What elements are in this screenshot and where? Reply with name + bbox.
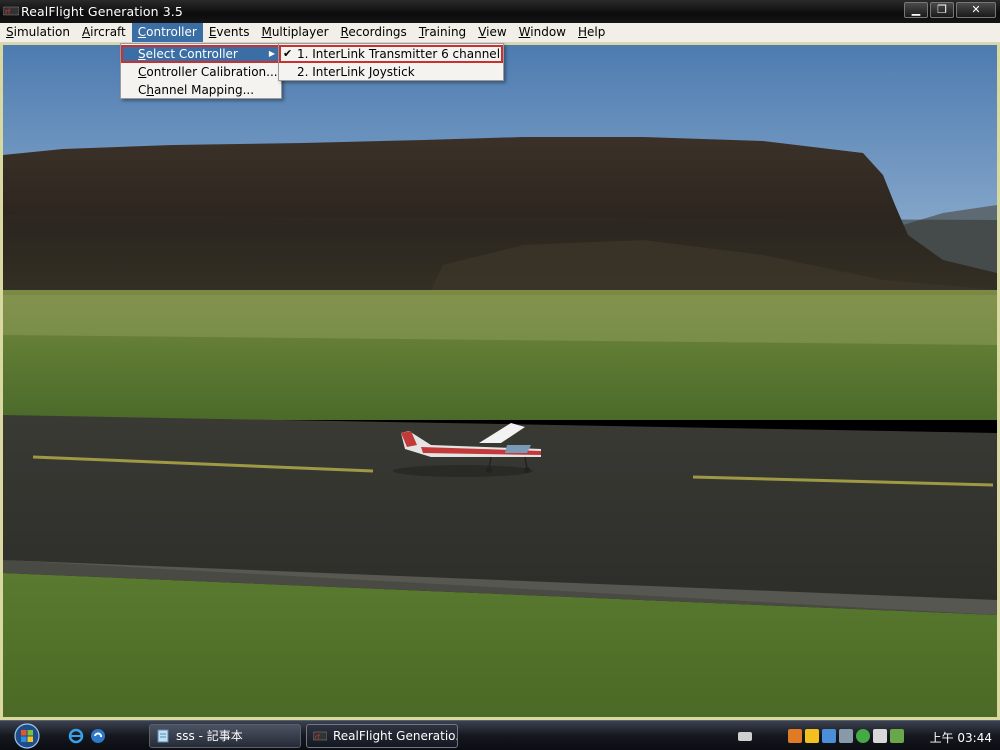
menu-item-channel-mapping[interactable]: Channel Mapping...	[121, 81, 281, 99]
volume-icon[interactable]	[873, 729, 887, 743]
security-icon[interactable]	[805, 729, 819, 743]
menu-bar: Simulation Aircraft Controller Events Multip…	[0, 23, 1000, 43]
flight-scene-image	[3, 45, 997, 717]
checkmark-icon: ✔	[283, 47, 293, 60]
controller-menu: Select Controller ▶ Controller Calibration…	[120, 43, 282, 99]
taskbar-item-label: sss - 記事本	[176, 729, 243, 743]
controller-option-label: 2. InterLink Joystick	[297, 65, 415, 79]
simulation-viewport[interactable]	[0, 43, 1000, 720]
keyboard-icon[interactable]	[738, 732, 752, 741]
taskbar: sss - 記事本 rf RealFlight Generatio... 上午 …	[0, 720, 1000, 750]
controller-option-label: 1. InterLink Transmitter 6 channel	[297, 47, 501, 61]
controller-option-2[interactable]: 2. InterLink Joystick	[279, 63, 503, 81]
taskbar-item-label: RealFlight Generatio...	[333, 729, 458, 743]
show-desktop-icon[interactable]	[90, 728, 106, 744]
taskbar-item-realflight[interactable]: rf RealFlight Generatio...	[306, 724, 458, 748]
realflight-app-icon[interactable]: rf	[3, 6, 19, 16]
menu-window[interactable]: Window	[513, 23, 572, 42]
menu-training[interactable]: Training	[413, 23, 472, 42]
submenu-arrow-icon: ▶	[268, 49, 275, 58]
menu-multiplayer[interactable]: Multiplayer	[255, 23, 334, 42]
tray-tool-icon[interactable]	[839, 729, 853, 743]
menu-item-controller-calibration[interactable]: Controller Calibration...	[121, 63, 281, 81]
menu-aircraft[interactable]: Aircraft	[76, 23, 132, 42]
system-tray: 上午 03:44	[738, 721, 1000, 750]
menu-recordings[interactable]: Recordings	[335, 23, 413, 42]
menu-view[interactable]: View	[472, 23, 512, 42]
start-button[interactable]	[8, 722, 46, 750]
realflight-icon: rf	[313, 731, 327, 741]
menu-simulation[interactable]: Simulation	[0, 23, 76, 42]
restore-button[interactable]: ❐	[930, 2, 954, 18]
internet-explorer-icon[interactable]	[68, 728, 84, 744]
network-icon[interactable]	[822, 729, 836, 743]
taskbar-item-notepad[interactable]: sss - 記事本	[149, 724, 301, 748]
svg-text:rf: rf	[5, 8, 11, 16]
menu-events[interactable]: Events	[203, 23, 256, 42]
menu-help[interactable]: Help	[572, 23, 611, 42]
tray-app-icon[interactable]	[788, 729, 802, 743]
utorrent-icon[interactable]	[856, 729, 870, 743]
select-controller-submenu: ✔ 1. InterLink Transmitter 6 channel 2. In…	[278, 43, 504, 81]
controller-option-1[interactable]: ✔ 1. InterLink Transmitter 6 channel	[279, 45, 503, 63]
menu-controller[interactable]: Controller	[131, 23, 203, 42]
menu-item-select-controller[interactable]: Select Controller ▶	[121, 45, 281, 63]
close-button[interactable]: ✕	[956, 2, 996, 18]
minimize-button[interactable]: ▁	[904, 2, 928, 18]
graphics-driver-icon[interactable]	[890, 729, 904, 743]
clock[interactable]: 上午 03:44	[930, 729, 992, 746]
notepad-icon	[157, 729, 169, 743]
title-bar: rf RealFlight Generation 3.5 ▁ ❐ ✕	[0, 0, 1000, 23]
window-title: RealFlight Generation 3.5	[21, 4, 183, 19]
